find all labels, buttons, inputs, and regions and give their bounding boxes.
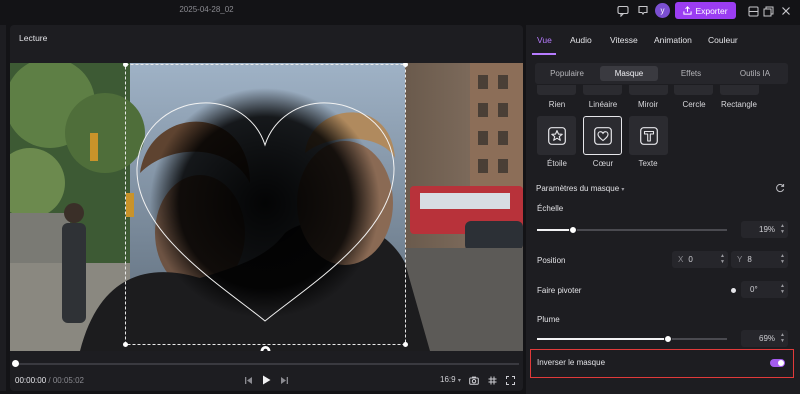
- properties-panel: Vue Audio Vitesse Animation Couleur Popu…: [526, 25, 800, 394]
- mask-params-label: Paramètres du masque: [536, 184, 620, 193]
- scale-value: 19%: [759, 225, 776, 234]
- scale-slider-knob[interactable]: [569, 226, 577, 234]
- fullscreen-icon[interactable]: [504, 373, 516, 387]
- chevron-down-icon: ▾: [621, 187, 625, 193]
- position-x-label: X: [678, 255, 684, 264]
- notification-icon[interactable]: [635, 3, 651, 19]
- play-icon[interactable]: [260, 373, 272, 387]
- left-panel-edge: [0, 25, 6, 391]
- shape-label-coeur: Cœur: [592, 159, 614, 168]
- subtab-outils-ia[interactable]: Outils IA: [725, 66, 785, 81]
- player-title: Lecture: [19, 33, 48, 43]
- heart-icon: [593, 126, 612, 145]
- next-frame-icon[interactable]: [278, 373, 290, 387]
- grid-icon[interactable]: [486, 373, 498, 387]
- time-separator: /: [48, 376, 51, 385]
- current-time: 00:00:00: [15, 376, 47, 385]
- shape-label-rectangle: Rectangle: [720, 100, 758, 109]
- shape-miroir[interactable]: [629, 85, 668, 95]
- aspect-ratio-value: 16:9: [440, 375, 456, 384]
- tab-vue[interactable]: Vue: [537, 35, 552, 45]
- feather-label: Plume: [537, 315, 560, 324]
- shape-cercle[interactable]: [674, 85, 713, 95]
- tab-audio[interactable]: Audio: [570, 35, 592, 45]
- stepper-icon[interactable]: ▲ ▼: [720, 253, 725, 265]
- feather-slider-fill: [537, 338, 668, 340]
- title-bar: 2025-04-28_02 y Exporter: [0, 0, 800, 22]
- video-preview[interactable]: [10, 63, 523, 351]
- subtab-populaire[interactable]: Populaire: [539, 66, 595, 81]
- shape-label-miroir: Miroir: [638, 100, 658, 109]
- subtab-masque[interactable]: Masque: [600, 66, 658, 81]
- shape-lineaire[interactable]: [583, 85, 622, 95]
- tab-vitesse[interactable]: Vitesse: [610, 35, 638, 45]
- subtab-effets[interactable]: Effets: [663, 66, 719, 81]
- invert-mask-label: Inverser le masque: [537, 358, 606, 367]
- aspect-ratio-select[interactable]: 16:9 ▾: [440, 375, 461, 384]
- position-x-input[interactable]: X 0 ▲ ▼: [672, 251, 728, 268]
- position-x-value: 0: [688, 255, 693, 264]
- tab-couleur[interactable]: Couleur: [708, 35, 738, 45]
- rotate-dial-icon[interactable]: [731, 288, 736, 293]
- position-y-value: 8: [747, 255, 752, 264]
- position-label: Position: [537, 256, 566, 265]
- export-label: Exporter: [695, 5, 728, 16]
- invert-mask-row: Inverser le masque: [530, 349, 794, 378]
- feather-slider-knob[interactable]: [664, 335, 672, 343]
- playhead-knob[interactable]: [12, 360, 19, 367]
- chevron-down-icon: ▾: [457, 378, 461, 384]
- shape-rien[interactable]: [537, 85, 576, 95]
- close-icon[interactable]: [778, 3, 794, 19]
- player-panel: Lecture 00:00:00 / 00:05:02 16:9 ▾: [10, 25, 523, 391]
- stepper-icon[interactable]: ▲ ▼: [780, 332, 785, 344]
- tab-animation[interactable]: Animation: [654, 35, 692, 45]
- stepper-icon[interactable]: ▲ ▼: [780, 283, 785, 295]
- reset-icon[interactable]: [775, 183, 787, 195]
- feedback-icon[interactable]: [615, 3, 631, 19]
- restore-panel-icon[interactable]: [745, 3, 761, 19]
- restore-window-icon[interactable]: [760, 3, 776, 19]
- rotate-value: 0°: [750, 285, 758, 294]
- text-icon: [639, 126, 658, 145]
- feather-value: 69%: [759, 334, 776, 343]
- rotate-label: Faire pivoter: [537, 286, 582, 295]
- scale-slider-fill: [537, 229, 573, 231]
- time-display: 00:00:00 / 00:05:02: [15, 376, 84, 385]
- shape-label-texte: Texte: [638, 159, 658, 168]
- position-y-input[interactable]: Y 8 ▲ ▼: [731, 251, 788, 268]
- shape-etoile[interactable]: [537, 116, 576, 155]
- subtab-bar: Populaire Masque Effets Outils IA: [535, 63, 788, 84]
- scale-input[interactable]: 19% ▲ ▼: [741, 221, 788, 238]
- stepper-icon[interactable]: ▲ ▼: [780, 253, 785, 265]
- property-tabs: Vue Audio Vitesse Animation Couleur: [526, 25, 800, 57]
- shape-rectangle[interactable]: [720, 85, 759, 95]
- position-y-label: Y: [737, 255, 743, 264]
- camera-icon[interactable]: [468, 373, 480, 387]
- avatar[interactable]: y: [655, 3, 670, 18]
- mask-params-header[interactable]: Paramètres du masque ▾: [536, 184, 624, 193]
- export-icon: [683, 6, 693, 15]
- invert-mask-toggle[interactable]: [770, 359, 785, 367]
- shape-texte[interactable]: [629, 116, 668, 155]
- duration: 00:05:02: [52, 376, 84, 385]
- timeline-progress-bar[interactable]: [15, 363, 519, 365]
- shape-coeur[interactable]: [583, 116, 622, 155]
- scale-label: Échelle: [537, 204, 564, 213]
- export-button[interactable]: Exporter: [675, 2, 736, 19]
- star-icon: [547, 126, 566, 145]
- active-tab-indicator: [532, 53, 556, 55]
- previous-frame-icon[interactable]: [242, 373, 254, 387]
- project-name: 2025-04-28_02: [179, 5, 234, 14]
- shape-label-lineaire: Linéaire: [588, 100, 618, 109]
- feather-input[interactable]: 69% ▲ ▼: [741, 330, 788, 347]
- rotate-input[interactable]: 0° ▲ ▼: [741, 281, 788, 298]
- shape-label-etoile: Étoile: [546, 159, 567, 168]
- stepper-icon[interactable]: ▲ ▼: [780, 223, 785, 235]
- shape-label-rien: Rien: [548, 100, 566, 109]
- shape-label-cercle: Cercle: [682, 100, 706, 109]
